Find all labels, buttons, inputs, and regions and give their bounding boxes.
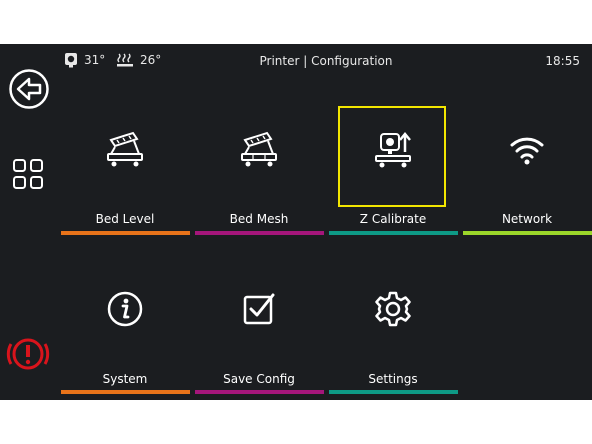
z-calibrate-icon [375,132,411,168]
grid-icon [13,159,43,189]
extruder-temp-indicator: 31° [64,52,105,68]
tile-label: Settings [368,372,418,386]
menu-button[interactable] [12,158,44,190]
emergency-stop-button[interactable] [5,334,51,374]
printer-screen: 31° 26° Printer | Configuration 18:55 Be… [0,44,592,400]
extruder-temp: 31° [84,53,106,67]
gear-icon [375,291,411,327]
tile-z-calibrate[interactable]: Z Calibrate [328,104,458,234]
tile-accent-bar [329,231,458,235]
tile-label: Bed Mesh [229,212,289,226]
wifi-icon [510,137,544,165]
tile-accent-bar [61,390,190,394]
bed-temp: 26° [140,53,162,67]
back-arrow-icon [9,69,49,109]
tile-label: Z Calibrate [359,212,427,226]
tile-accent-bar [61,231,190,235]
tile-save-config[interactable]: Save Config [194,264,324,394]
tile-bed-mesh[interactable]: Bed Mesh [194,104,324,234]
tile-settings[interactable]: Settings [328,264,458,394]
tile-label: Save Config [223,372,295,386]
tile-network[interactable]: Network [462,104,592,234]
bed-level-icon [107,131,143,167]
clock: 18:55 [545,54,580,68]
tile-accent-bar [329,390,458,394]
page-title: Printer | Configuration [259,54,393,68]
bed-heat-icon [117,53,133,67]
tile-system[interactable]: System [60,264,190,394]
tile-label: System [102,372,148,386]
extruder-icon [65,53,77,68]
tile-label: Bed Level [95,212,155,226]
emergency-stop-icon [6,338,50,370]
bed-temp-indicator: 26° [116,52,161,68]
tile-bed-level[interactable]: Bed Level [60,104,190,234]
tile-accent-bar [195,231,324,235]
tile-accent-bar [195,390,324,394]
bed-mesh-icon [241,131,277,167]
tile-accent-bar [463,231,592,235]
info-icon [107,291,143,327]
save-check-icon [243,293,275,325]
tile-label: Network [501,212,553,226]
back-button[interactable] [8,68,50,110]
